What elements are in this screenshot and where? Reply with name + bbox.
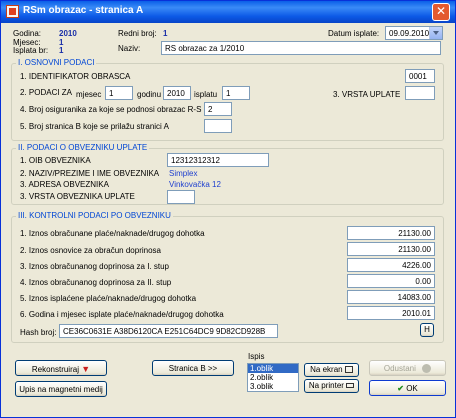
rekonstruiraj-button[interactable]: Rekonstruiraj ▼: [15, 360, 107, 376]
list-item[interactable]: 3.oblik: [248, 382, 298, 391]
window-title: RSm obrazac - stranica A: [23, 5, 144, 16]
dialog-window: RSm obrazac - stranica A ✕ Godina: 2010 …: [0, 0, 456, 418]
kontrolni-row-value[interactable]: 14083.00: [347, 290, 435, 304]
monitor-icon: [344, 366, 353, 374]
obveznik-title: II. PODACI O OBVEZNIKU UPLATE: [16, 143, 150, 152]
redni-broj-value: 1: [163, 29, 168, 38]
broj-osiguranika-label: 4. Broj osiguranika za koje se podnosi o…: [20, 105, 202, 114]
ok-button[interactable]: ✔ OK: [369, 380, 446, 396]
godina-label: Godina:: [13, 29, 42, 38]
kontrolni-row-label: 1. Iznos obračunane plaće/naknade/drugog…: [20, 229, 205, 238]
podaci-godinu-input[interactable]: 2010: [163, 86, 191, 100]
odustani-button[interactable]: Odustani: [369, 360, 446, 376]
hash-button[interactable]: H: [420, 323, 434, 337]
hash-input[interactable]: CE36C0631E A38D6120CA E251C64DC9 9D82CD9…: [59, 324, 278, 338]
redni-broj-label: Redni broj:: [118, 29, 157, 38]
kontrolni-podaci-title: III. KONTROLNI PODACI PO OBVEZNIKU: [16, 211, 173, 220]
kontrolni-row-value[interactable]: 2010.01: [347, 306, 435, 320]
list-item[interactable]: 1.oblik: [248, 364, 298, 373]
naziv-label: Naziv:: [118, 44, 141, 53]
broj-stranica-b-input[interactable]: [204, 119, 232, 133]
vrsta-uplate-label: 3. VRSTA UPLATE: [333, 90, 401, 99]
podaci-za-label: 2. PODACI ZA: [20, 88, 73, 97]
identifikator-input[interactable]: 0001: [405, 69, 435, 83]
identifikator-label: 1. IDENTIFIKATOR OBRASCA: [20, 72, 131, 81]
vrsta-obveznika-label: 3. VRSTA OBVEZNIKA UPLATE: [20, 192, 135, 201]
kontrolni-row-value[interactable]: 4226.00: [347, 258, 435, 272]
arrow-down-icon: ▼: [81, 364, 91, 374]
na-printer-button[interactable]: Na printer: [304, 379, 359, 393]
odustani-label: Odustani: [383, 364, 416, 373]
na-ekran-button[interactable]: Na ekran: [304, 363, 359, 377]
podaci-mjesec-input[interactable]: 1: [105, 86, 133, 100]
kontrolni-row-value[interactable]: 0.00: [347, 274, 435, 288]
hash-label: Hash broj:: [20, 328, 57, 337]
naziv-obveznika-label: 2. NAZIV/PREZIME I IME OBVEZNIKA: [20, 169, 160, 178]
podaci-mjesec-label: mjesec: [76, 90, 102, 99]
kontrolni-row-label: 3. Iznos obračunanog doprinosa za I. stu…: [20, 262, 169, 271]
chevron-down-icon[interactable]: [429, 27, 442, 39]
printer-icon: [346, 383, 355, 389]
kontrolni-row-label: 6. Godina i mjesec isplate plaće/naknade…: [20, 310, 224, 319]
rekonstruiraj-label: Rekonstruiraj: [31, 365, 79, 374]
ispis-label: Ispis: [248, 352, 265, 361]
na-printer-label: Na printer: [308, 381, 344, 390]
isplata-label: Isplata br:: [13, 46, 49, 55]
kontrolni-row-label: 2. Iznos osnovice za obračun doprinosa: [20, 246, 161, 255]
osnovni-podaci-title: I. OSNOVNI PODACI: [16, 58, 97, 67]
kontrolni-row-label: 4. Iznos obračunanog doprinosa za II. st…: [20, 278, 172, 287]
ok-icon: ✔: [397, 384, 404, 393]
vrsta-obveznika-input[interactable]: [167, 190, 195, 204]
kontrolni-row-value[interactable]: 21130.00: [347, 226, 435, 240]
datum-isplate-select[interactable]: 09.09.2010: [385, 26, 443, 40]
naziv-input[interactable]: RS obrazac za 1/2010: [161, 41, 441, 55]
broj-osiguranika-input[interactable]: 2: [204, 102, 232, 116]
godina-value: 2010: [59, 29, 77, 38]
na-ekran-label: Na ekran: [310, 365, 343, 374]
datum-isplate-value: 09.09.2010: [389, 29, 430, 38]
naziv-obveznika-value: Simplex: [169, 169, 198, 178]
close-button[interactable]: ✕: [432, 3, 450, 21]
datum-isplate-label: Datum isplate:: [328, 29, 380, 38]
broj-stranica-b-label: 5. Broj stranica B koje se prilažu stran…: [20, 122, 169, 131]
title-bar[interactable]: RSm obrazac - stranica A ✕: [1, 1, 455, 23]
app-icon: [6, 5, 19, 18]
ok-label: OK: [406, 384, 418, 393]
kontrolni-row-label: 5. Iznos isplaćene plaće/naknade/drugog …: [20, 294, 197, 303]
adresa-label: 3. ADRESA OBVEZNIKA: [20, 180, 109, 189]
vrsta-uplate-input[interactable]: [405, 86, 435, 100]
list-item[interactable]: 2.oblik: [248, 373, 298, 382]
podaci-isplatu-label: isplatu: [194, 90, 218, 99]
cancel-icon: [422, 364, 432, 374]
kontrolni-row-value[interactable]: 21130.00: [347, 242, 435, 256]
oib-label: 1. OIB OBVEZNIKA: [20, 156, 91, 165]
upis-button[interactable]: Upis na magnetni medij: [15, 381, 107, 397]
adresa-value: Vinkovačka 12: [169, 180, 221, 189]
isplata-value: 1: [59, 46, 64, 55]
oib-input[interactable]: 12312312312: [167, 153, 269, 167]
stranica-b-button[interactable]: Stranica B >>: [152, 360, 234, 376]
podaci-isplatu-input[interactable]: 1: [222, 86, 250, 100]
podaci-godinu-label: godinu: [137, 90, 162, 99]
ispis-list[interactable]: 1.oblik 2.oblik 3.oblik: [247, 363, 299, 392]
